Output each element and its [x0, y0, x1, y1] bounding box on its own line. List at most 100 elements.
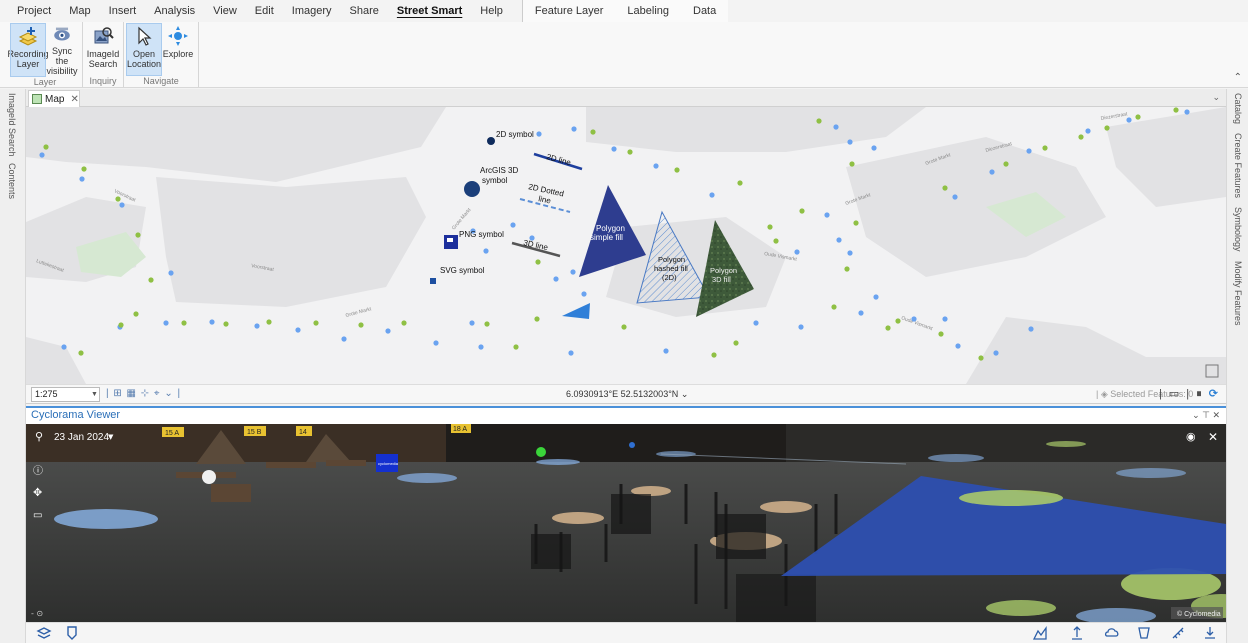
recording-point[interactable] [433, 340, 439, 346]
recording-date[interactable]: 23 Jan 2024 [54, 432, 109, 443]
recording-point[interactable] [847, 250, 853, 256]
recording-point[interactable] [1042, 145, 1048, 151]
recording-point[interactable] [341, 336, 347, 342]
ruler-icon[interactable] [1170, 625, 1186, 641]
recording-point[interactable] [794, 249, 800, 255]
recording-point[interactable] [621, 324, 627, 330]
recording-point[interactable] [358, 322, 364, 328]
close-map-tab-icon[interactable]: ✕ [70, 94, 78, 105]
recording-point[interactable] [653, 163, 659, 169]
recording-point[interactable] [536, 131, 542, 137]
recording-point[interactable] [955, 343, 961, 349]
recording-point[interactable] [209, 319, 215, 325]
close-panorama-icon[interactable]: ✕ [1208, 430, 1218, 444]
recording-point[interactable] [590, 129, 596, 135]
recording-point[interactable] [1184, 109, 1190, 115]
explore-button[interactable]: Explore [161, 24, 195, 75]
recording-point[interactable] [858, 310, 864, 316]
map-canvas[interactable]: Voorstraat Voorstraat Grote Markt Grote … [26, 107, 1226, 384]
recording-point[interactable] [119, 202, 125, 208]
recording-point[interactable] [844, 266, 850, 272]
area-measure-icon[interactable] [1136, 625, 1152, 641]
recording-point[interactable] [570, 269, 576, 275]
recording-point[interactable] [627, 149, 633, 155]
recording-point[interactable] [385, 328, 391, 334]
recording-point[interactable] [483, 248, 489, 254]
recording-point[interactable] [295, 327, 301, 333]
recording-point[interactable] [1126, 117, 1132, 123]
arcgis-3d-symbol-marker[interactable] [464, 181, 480, 197]
recording-point[interactable] [513, 344, 519, 350]
symbology-pane-tab[interactable]: Symbology [1233, 207, 1243, 252]
status-right-controls[interactable]: | ▭ | ⏸ ⟳ [1159, 387, 1220, 401]
coordinate-readout[interactable]: 6.0930913°E 52.5132003°N ⌄ [566, 389, 688, 400]
recording-point[interactable] [993, 350, 999, 356]
recording-point[interactable] [1135, 114, 1141, 120]
recording-point[interactable] [674, 167, 680, 173]
recording-point[interactable] [942, 316, 948, 322]
elevation-icon[interactable] [1032, 625, 1048, 641]
svg-symbol-marker[interactable] [430, 278, 436, 284]
recording-point[interactable] [952, 194, 958, 200]
recording-point[interactable] [81, 166, 87, 172]
date-dropdown-icon[interactable]: ▼ [108, 433, 114, 441]
recording-point[interactable] [798, 324, 804, 330]
imageid-search-button[interactable]: ImageId Search [86, 24, 120, 75]
recording-point[interactable] [79, 176, 85, 182]
menu-data[interactable]: Data [681, 0, 728, 22]
recording-point[interactable] [43, 144, 49, 150]
2d-symbol-marker[interactable] [487, 137, 495, 145]
recording-point[interactable] [478, 344, 484, 350]
recording-point[interactable] [266, 319, 272, 325]
recording-point[interactable] [663, 348, 669, 354]
catalog-pane-tab[interactable]: Catalog [1233, 93, 1243, 124]
recording-point[interactable] [836, 237, 842, 243]
contents-pane-tab[interactable]: Contents [7, 163, 17, 199]
coordinate-dropdown-icon[interactable]: ⌄ [681, 389, 689, 399]
map-status-tools-icons[interactable]: | ⊞ ▦ ⊹ ⌖ ⌄ | [106, 388, 181, 399]
recording-point[interactable] [611, 146, 617, 152]
recording-point[interactable] [313, 320, 319, 326]
recording-point[interactable] [733, 340, 739, 346]
menu-labeling[interactable]: Labeling [615, 0, 681, 22]
recording-point[interactable] [510, 222, 516, 228]
recording-point[interactable] [1104, 125, 1110, 131]
cyclorama-panorama[interactable]: 15 A 15 B 14 18 A cyclomedia ⚲ 23 Jan 20… [26, 424, 1226, 622]
recording-point[interactable] [737, 180, 743, 186]
visibility-eye-icon[interactable]: ◉ [1186, 430, 1196, 443]
recording-point[interactable] [401, 320, 407, 326]
recording-point[interactable] [753, 320, 759, 326]
recording-point[interactable] [895, 318, 901, 324]
menu-feature-layer[interactable]: Feature Layer [523, 0, 615, 22]
menu-share[interactable]: Share [341, 0, 388, 22]
shield-icon[interactable] [64, 625, 80, 641]
recording-layer-button[interactable]: Recording Layer [7, 23, 49, 77]
recording-point[interactable] [885, 325, 891, 331]
recording-point[interactable] [824, 212, 830, 218]
recording-point[interactable] [1173, 107, 1179, 113]
imageid-search-pane-tab[interactable]: ImageId Search [7, 93, 17, 157]
projected-2d-symbol[interactable] [202, 470, 216, 484]
recording-point[interactable] [484, 321, 490, 327]
recording-point[interactable] [911, 316, 917, 322]
sync-visibility-button[interactable]: Sync the visibility [45, 24, 79, 76]
map-view[interactable]: Voorstraat Voorstraat Grote Markt Grote … [26, 107, 1226, 384]
recording-point[interactable] [535, 259, 541, 265]
recording-point[interactable] [989, 169, 995, 175]
cyclorama-window-controls[interactable]: ⌄ ⊤ ✕ [1192, 410, 1220, 421]
refresh-icon[interactable]: ⟳ [1209, 388, 1220, 400]
zoom-search-icon[interactable]: ⚲ [35, 430, 43, 443]
recording-point[interactable] [1028, 326, 1034, 332]
info-icon[interactable]: ⓘ [33, 465, 43, 477]
recording-point[interactable] [115, 196, 121, 202]
recording-point[interactable] [571, 126, 577, 132]
recording-point[interactable] [816, 118, 822, 124]
download-icon[interactable] [1202, 625, 1218, 641]
recording-point[interactable] [853, 220, 859, 226]
recording-point[interactable] [581, 291, 587, 297]
recording-point[interactable] [254, 323, 260, 329]
recording-point[interactable] [833, 124, 839, 130]
recording-point[interactable] [978, 355, 984, 361]
menu-map[interactable]: Map [60, 0, 99, 22]
recording-point[interactable] [831, 304, 837, 310]
